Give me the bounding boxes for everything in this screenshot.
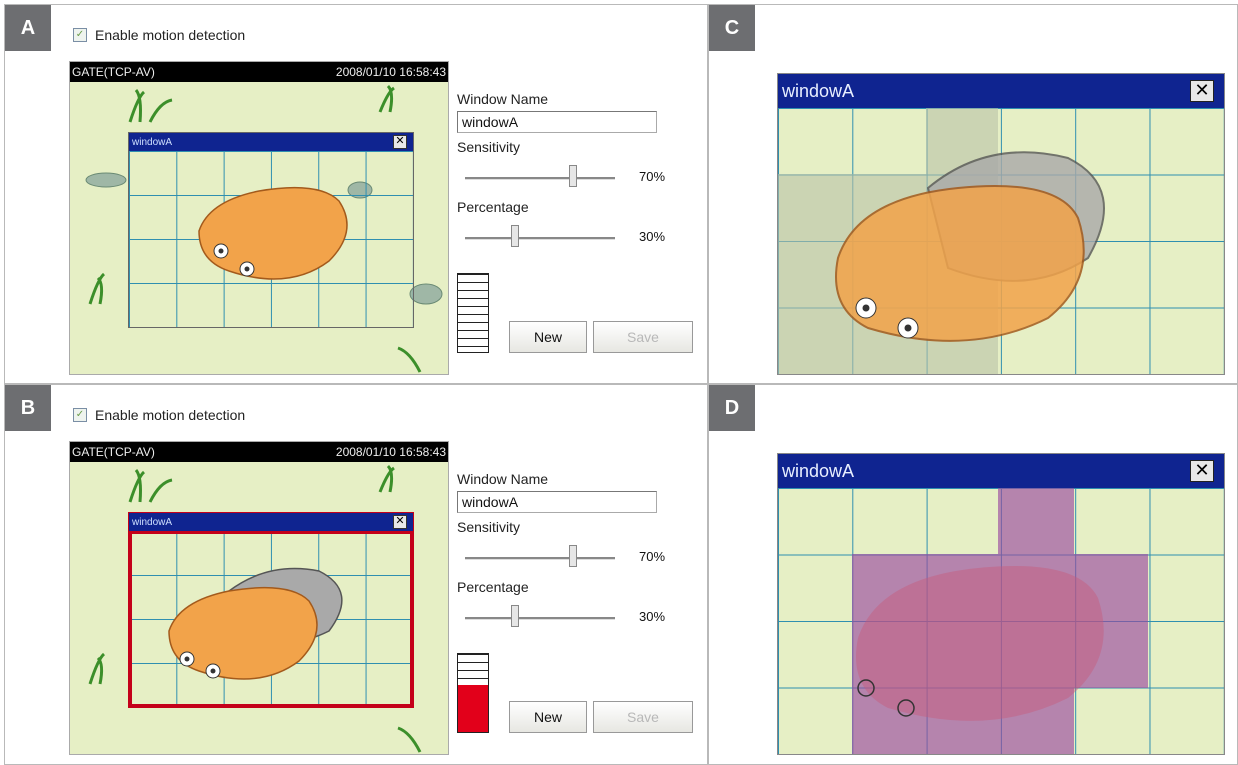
- slider-thumb[interactable]: [511, 605, 519, 627]
- cat-icon: [198, 186, 348, 280]
- new-button[interactable]: New: [509, 701, 587, 733]
- save-button[interactable]: Save: [593, 321, 693, 353]
- motion-level-meter: [457, 653, 489, 733]
- sensitivity-value: 70%: [639, 549, 666, 564]
- motion-level-fill: [458, 685, 488, 732]
- panel-d: D windowA ✕: [708, 384, 1238, 765]
- triggered-cells: [852, 488, 1148, 754]
- checkbox-icon[interactable]: ✓: [73, 28, 87, 42]
- enable-motion-label: Enable motion detection: [95, 27, 246, 43]
- close-icon[interactable]: ✕: [1190, 80, 1214, 102]
- camera-timestamp: 2008/01/10 16:58:43: [335, 445, 446, 459]
- slider-track[interactable]: [465, 237, 615, 240]
- percentage-value: 30%: [639, 609, 666, 624]
- window-name-input[interactable]: [457, 491, 657, 513]
- percentage-slider[interactable]: 30%: [457, 221, 707, 253]
- camera-name: GATE(TCP-AV): [72, 445, 155, 459]
- slider-thumb[interactable]: [569, 545, 577, 567]
- window-title-bar: windowA: [778, 74, 1224, 108]
- close-icon[interactable]: ✕: [393, 135, 407, 149]
- settings-panel: Window Name Sensitivity 70% Percentage 3…: [457, 471, 707, 633]
- panel-b: B ✓ Enable motion detection GATE(TCP-AV)…: [4, 384, 708, 765]
- panel-label: A: [5, 5, 51, 51]
- sensitivity-label: Sensitivity: [457, 139, 521, 155]
- window-title-bar: windowA: [778, 454, 1224, 488]
- camera-timestamp: 2008/01/10 16:58:43: [335, 65, 446, 79]
- panel-a: A ✓ Enable motion detection GATE(TCP-AV)…: [4, 4, 708, 384]
- enable-motion-checkbox[interactable]: ✓ Enable motion detection: [73, 27, 245, 43]
- percentage-label: Percentage: [457, 579, 529, 595]
- motion-level-meter: [457, 273, 489, 353]
- slider-thumb[interactable]: [569, 165, 577, 187]
- cat-image: [778, 108, 1105, 374]
- slider-thumb[interactable]: [511, 225, 519, 247]
- window-title: windowA: [782, 80, 855, 101]
- save-button[interactable]: Save: [593, 701, 693, 733]
- window-name-label: Window Name: [457, 471, 549, 487]
- motion-window-zoom: windowA ✕: [777, 73, 1225, 375]
- camera-header: GATE(TCP-AV) 2008/01/10 16:58:43: [70, 442, 448, 462]
- cat-icon: [168, 567, 343, 680]
- percentage-slider[interactable]: 30%: [457, 601, 707, 633]
- cat-image: [198, 186, 348, 280]
- motion-window-zoom: windowA ✕: [777, 453, 1225, 755]
- close-icon[interactable]: ✕: [393, 515, 407, 529]
- percentage-value: 30%: [639, 229, 666, 244]
- slider-track[interactable]: [465, 177, 615, 180]
- enable-motion-checkbox[interactable]: ✓ Enable motion detection: [73, 407, 245, 423]
- window-title: windowA: [782, 460, 855, 481]
- panel-label: B: [5, 385, 51, 431]
- close-icon[interactable]: ✕: [1190, 460, 1214, 482]
- motion-window[interactable]: windowA ✕: [128, 512, 414, 708]
- enable-motion-label: Enable motion detection: [95, 407, 246, 423]
- panel-label: D: [709, 385, 755, 431]
- panel-c: C windowA ✕: [708, 4, 1238, 384]
- settings-panel: Window Name Sensitivity 70% Percentage 3…: [457, 91, 707, 253]
- window-title-bar[interactable]: windowA: [129, 133, 413, 151]
- slider-track[interactable]: [465, 557, 615, 560]
- camera-view: GATE(TCP-AV) 2008/01/10 16:58:43 windowA…: [69, 61, 449, 375]
- cat-image: [168, 567, 343, 680]
- motion-window[interactable]: windowA ✕: [128, 132, 414, 328]
- window-name-label: Window Name: [457, 91, 549, 107]
- checkbox-icon[interactable]: ✓: [73, 408, 87, 422]
- window-title-bar[interactable]: windowA: [129, 513, 413, 531]
- sensitivity-label: Sensitivity: [457, 519, 521, 535]
- camera-view: GATE(TCP-AV) 2008/01/10 16:58:43 windowA…: [69, 441, 449, 755]
- camera-header: GATE(TCP-AV) 2008/01/10 16:58:43: [70, 62, 448, 82]
- percentage-label: Percentage: [457, 199, 529, 215]
- slider-track[interactable]: [465, 617, 615, 620]
- sensitivity-value: 70%: [639, 169, 666, 184]
- window-title: windowA: [132, 136, 173, 148]
- window-title: windowA: [132, 516, 173, 528]
- camera-name: GATE(TCP-AV): [72, 65, 155, 79]
- new-button[interactable]: New: [509, 321, 587, 353]
- window-name-input[interactable]: [457, 111, 657, 133]
- sensitivity-slider[interactable]: 70%: [457, 541, 707, 573]
- panel-label: C: [709, 5, 755, 51]
- sensitivity-slider[interactable]: 70%: [457, 161, 707, 193]
